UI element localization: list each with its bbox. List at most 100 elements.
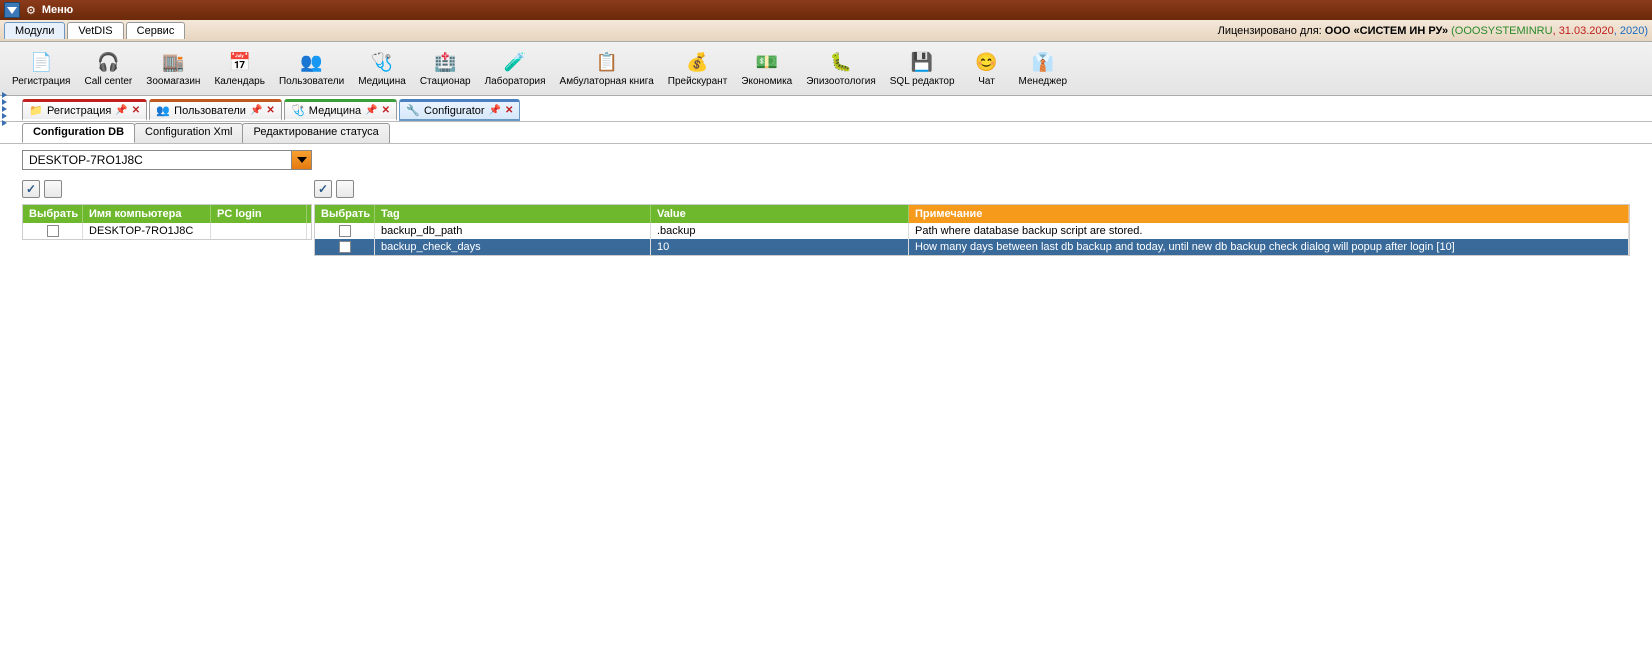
tool-амбулаторная-книга[interactable]: 📋 Амбулаторная книга: [554, 48, 660, 89]
tool-прейскурант[interactable]: 💰Прейскурант: [662, 48, 734, 89]
tool-label: Call center: [84, 76, 132, 87]
tab-label: Пользователи: [174, 105, 246, 117]
right-panel: ВыбратьTagValueПримечание backup_db_path…: [314, 150, 1630, 661]
system-menu-button[interactable]: [4, 2, 20, 18]
right-header-0[interactable]: Выбрать: [315, 205, 375, 223]
check-all-right-off[interactable]: [336, 180, 354, 198]
row-checkbox[interactable]: [47, 225, 59, 237]
tool-стационар[interactable]: 🏥Стационар: [414, 48, 477, 89]
row-value: 10: [651, 239, 909, 255]
computer-combo[interactable]: [22, 150, 312, 170]
tool-icon: 💰: [686, 50, 710, 74]
left-header-1[interactable]: Имя компьютера: [83, 205, 211, 223]
tool-icon: 😊: [975, 50, 999, 74]
main-toolbar: 📄Регистрация 🎧 Call center 🏬Зоомагазин📅Кале…: [0, 42, 1652, 96]
tab-icon: 🔧: [406, 104, 420, 118]
menu-tab-vetdis[interactable]: VetDIS: [67, 22, 123, 39]
tab-icon: 🩺: [291, 104, 305, 118]
tool-label: Менеджер: [1019, 76, 1068, 87]
row-value: .backup: [651, 223, 909, 239]
right-header-2[interactable]: Value: [651, 205, 909, 223]
tool-label: Эпизоотология: [806, 76, 876, 87]
menubar: МодулиVetDISСервис Лицензировано для: ОО…: [0, 20, 1652, 42]
tool-call-center[interactable]: 🎧 Call center: [78, 48, 138, 89]
tool-label: Медицина: [358, 76, 406, 87]
tab-scroll-left[interactable]: [2, 92, 7, 126]
tool-icon: 🎧: [96, 50, 120, 74]
tool-label: Экономика: [741, 76, 792, 87]
tool-icon: 📅: [228, 50, 252, 74]
tool-icon: 🏥: [433, 50, 457, 74]
tool-пользователи[interactable]: 👥Пользователи: [273, 48, 350, 89]
sub-tab-0[interactable]: Configuration DB: [22, 123, 135, 143]
row-checkbox[interactable]: [339, 225, 351, 237]
row-checkbox-cell[interactable]: [23, 223, 83, 239]
close-icon[interactable]: ✕: [266, 105, 274, 116]
tool-менеджер[interactable]: 👔Менеджер: [1013, 48, 1074, 89]
tool-label: Пользователи: [279, 76, 344, 87]
pin-icon[interactable]: 📌: [489, 105, 501, 116]
tool-label: Амбулаторная книга: [560, 76, 654, 87]
tool-icon: 📄: [29, 50, 53, 74]
pin-icon[interactable]: 📌: [365, 105, 377, 116]
pin-icon[interactable]: 📌: [115, 105, 127, 116]
sub-tabrow: Configuration DBConfiguration XmlРедакти…: [0, 122, 1652, 144]
left-row[interactable]: DESKTOP-7RO1J8C: [23, 223, 311, 239]
tab-label: Configurator: [424, 105, 485, 117]
right-checkbox-row: [314, 178, 1630, 200]
row-checkbox-cell[interactable]: [315, 223, 375, 239]
tab-label: Регистрация: [47, 105, 111, 117]
close-icon[interactable]: ✕: [382, 105, 390, 116]
row-tag: backup_db_path: [375, 223, 651, 239]
close-icon[interactable]: ✕: [505, 105, 513, 116]
right-row[interactable]: backup_check_days10How many days between…: [315, 239, 1629, 255]
pin-icon[interactable]: 📌: [250, 105, 262, 116]
tab-icon: 👥: [156, 104, 170, 118]
doc-tab-регистрация[interactable]: 📁 Регистрация 📌 ✕: [22, 99, 147, 121]
combo-dropdown-button[interactable]: [292, 150, 312, 170]
right-header-1[interactable]: Tag: [375, 205, 651, 223]
tool-календарь[interactable]: 📅Календарь: [208, 48, 270, 89]
tool-icon: 🏬: [161, 50, 185, 74]
tool-лаборатория[interactable]: 🧪Лаборатория: [479, 48, 552, 89]
window-title: Меню: [42, 4, 73, 16]
tool-чат[interactable]: 😊 Чат: [963, 48, 1011, 89]
doc-tab-медицина[interactable]: 🩺Медицина 📌 ✕: [284, 99, 397, 121]
right-header-3[interactable]: Примечание: [909, 205, 1629, 223]
row-computer: DESKTOP-7RO1J8C: [83, 223, 211, 239]
tool-медицина[interactable]: 🩺 Медицина: [352, 48, 412, 89]
tool-icon: 💵: [755, 50, 779, 74]
menu-tab-сервис[interactable]: Сервис: [126, 22, 186, 39]
right-row[interactable]: backup_db_path.backupPath where database…: [315, 223, 1629, 239]
tool-label: Чат: [978, 76, 995, 87]
tool-sql-редактор[interactable]: 💾SQL редактор: [884, 48, 961, 89]
row-checkbox[interactable]: [339, 241, 351, 253]
tab-icon: 📁: [29, 104, 43, 118]
row-checkbox-cell[interactable]: [315, 239, 375, 255]
tool-icon: 🐛: [829, 50, 853, 74]
row-tag: backup_check_days: [375, 239, 651, 255]
row-note: How many days between last db backup and…: [909, 239, 1629, 255]
close-icon[interactable]: ✕: [132, 105, 140, 116]
check-all-left-on[interactable]: [22, 180, 40, 198]
tool-экономика[interactable]: 💵 Экономика: [735, 48, 798, 89]
menu-tab-модули[interactable]: Модули: [4, 22, 65, 39]
left-panel: ВыбратьИмя компьютераPC login DESKTOP-7R…: [22, 150, 312, 661]
check-all-right-on[interactable]: [314, 180, 332, 198]
row-note: Path where database backup script are st…: [909, 223, 1629, 239]
check-all-left-off[interactable]: [44, 180, 62, 198]
tool-icon: 📋: [595, 50, 619, 74]
gear-icon: ⚙: [26, 4, 36, 17]
tool-зоомагазин[interactable]: 🏬Зоомагазин: [140, 48, 206, 89]
tool-icon: 🩺: [370, 50, 394, 74]
left-grid: ВыбратьИмя компьютераPC login DESKTOP-7R…: [22, 204, 312, 240]
tool-регистрация[interactable]: 📄Регистрация: [6, 48, 76, 89]
doc-tab-пользователи[interactable]: 👥 Пользователи 📌 ✕: [149, 99, 282, 121]
tool-эпизоотология[interactable]: 🐛 Эпизоотология: [800, 48, 882, 89]
sub-tab-1[interactable]: Configuration Xml: [134, 123, 243, 143]
left-header-2[interactable]: PC login: [211, 205, 307, 223]
left-header-0[interactable]: Выбрать: [23, 205, 83, 223]
sub-tab-2[interactable]: Редактирование статуса: [242, 123, 389, 143]
doc-tab-configurator[interactable]: 🔧 Configurator 📌 ✕: [399, 99, 520, 121]
computer-combo-input[interactable]: [22, 150, 292, 170]
